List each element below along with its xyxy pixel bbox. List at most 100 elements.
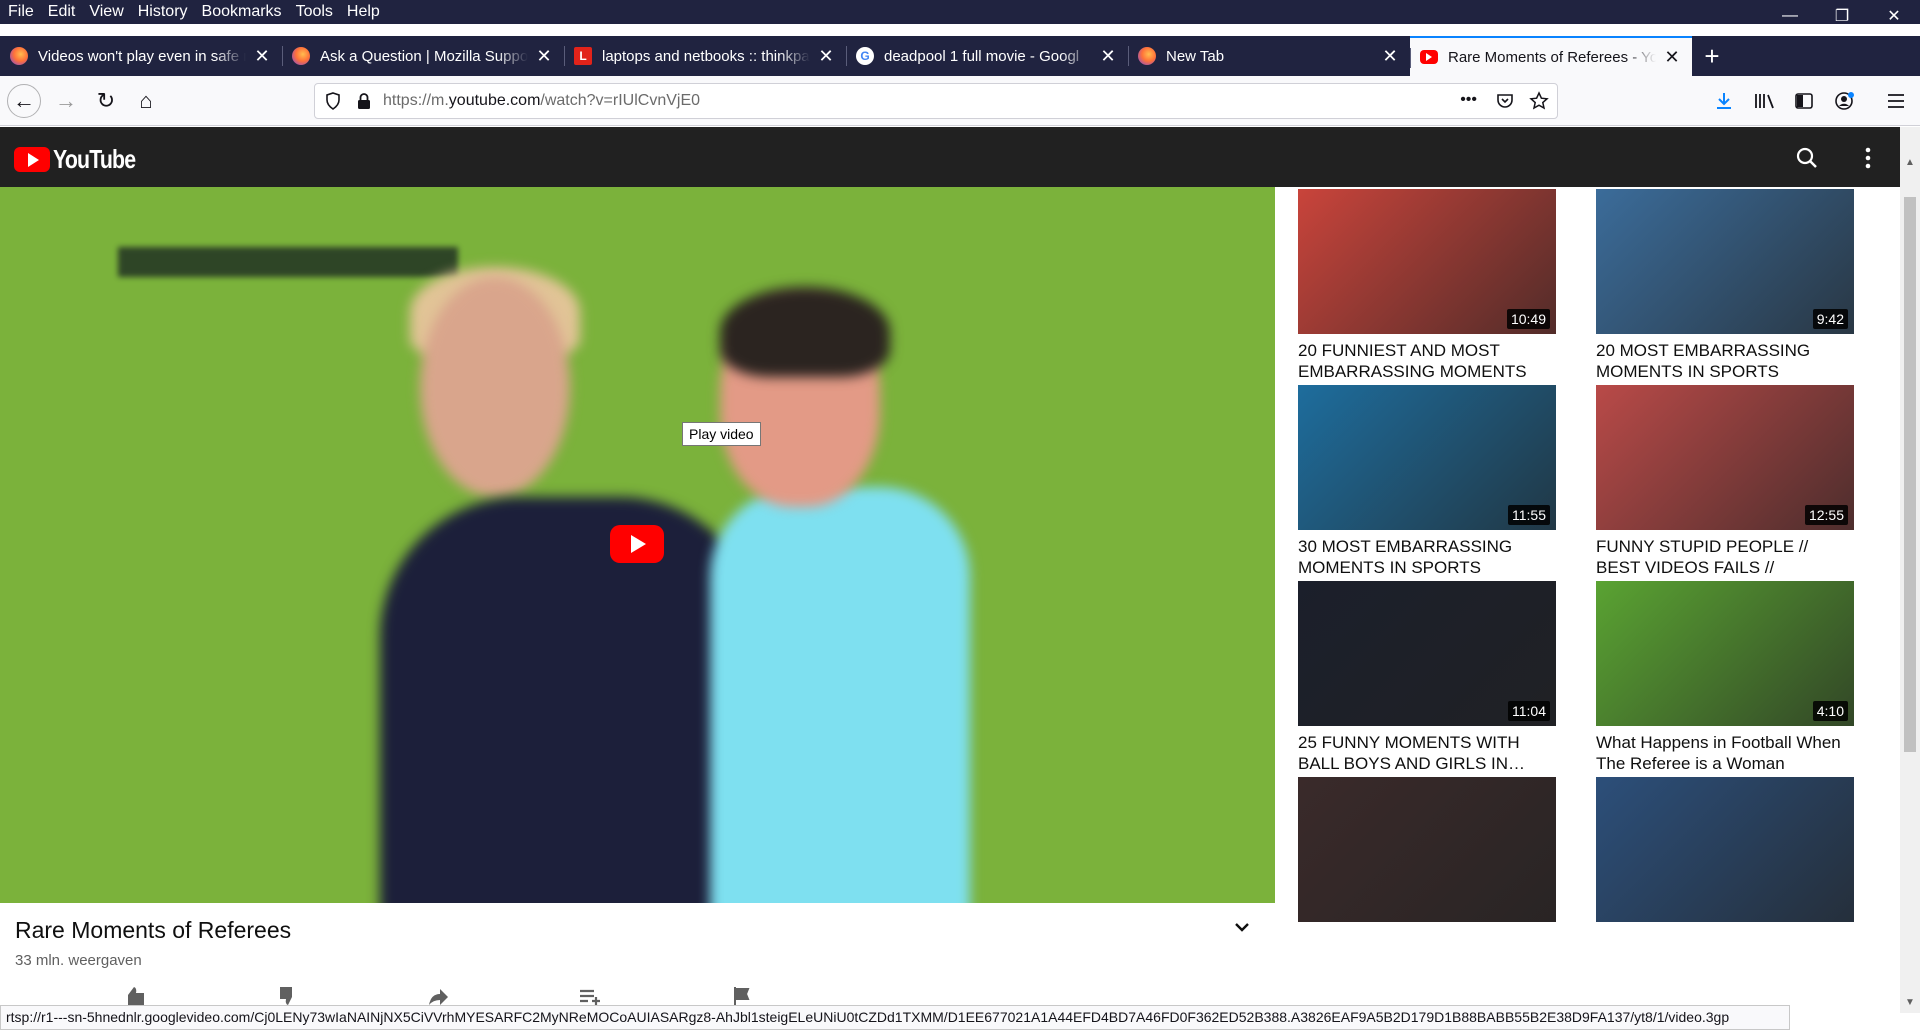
- scroll-down-arrow[interactable]: ▼: [1900, 997, 1920, 1008]
- menu-file[interactable]: File: [2, 3, 40, 21]
- video-card-title[interactable]: 25 FUNNY MOMENTS WITH BALL BOYS AND GIRL…: [1298, 732, 1558, 774]
- close-tab-icon[interactable]: ✕: [534, 46, 554, 67]
- score-overlay: [118, 247, 458, 277]
- url-text[interactable]: https://m.youtube.com/watch?v=rIUlCvnVjE…: [383, 92, 700, 110]
- menu-bar: File Edit View History Bookmarks Tools H…: [0, 0, 1920, 24]
- video-player[interactable]: Play video: [0, 187, 1275, 903]
- close-tab-icon[interactable]: ✕: [816, 46, 836, 67]
- shield-icon[interactable]: [323, 91, 343, 111]
- video-card-title[interactable]: 20 MOST EMBARRASSING MOMENTS IN SPORTS: [1596, 340, 1856, 382]
- pocket-icon[interactable]: [1495, 91, 1515, 111]
- scrollbar-thumb[interactable]: [1904, 197, 1916, 752]
- related-videos: 10:49 20 FUNNIEST AND MOST EMBARRASSING M…: [1275, 187, 1900, 1013]
- account-icon[interactable]: [1834, 90, 1856, 112]
- video-thumbnail[interactable]: 10:49: [1298, 189, 1556, 334]
- video-card-title[interactable]: 20 FUNNIEST AND MOST EMBARRASSING MOMENT…: [1298, 340, 1558, 382]
- tab-1[interactable]: Ask a Question | Mozilla Suppo ✕: [282, 36, 564, 76]
- firefox-icon: [292, 47, 310, 65]
- tab-title: New Tab: [1166, 47, 1225, 65]
- more-options-icon[interactable]: [1860, 146, 1876, 170]
- downloads-icon[interactable]: [1714, 91, 1734, 111]
- play-button[interactable]: [610, 525, 664, 563]
- scrollbar[interactable]: ▲ ▼: [1900, 127, 1920, 1013]
- firefox-icon: [10, 47, 28, 65]
- tab-title: deadpool 1 full movie - Googl: [884, 47, 1080, 65]
- play-video-tooltip: Play video: [682, 422, 761, 446]
- video-frame-shape: [720, 287, 890, 377]
- hamburger-menu-icon[interactable]: [1886, 92, 1906, 110]
- scroll-up-arrow[interactable]: ▲: [1900, 157, 1920, 168]
- back-button[interactable]: ←: [7, 84, 41, 118]
- lenovo-icon: L: [574, 47, 592, 65]
- close-tab-icon[interactable]: ✕: [1662, 47, 1682, 68]
- tab-title: Rare Moments of Referees - Yo: [1448, 48, 1656, 66]
- video-card-title[interactable]: What Happens in Football When The Refere…: [1596, 732, 1856, 774]
- youtube-header: YouTube: [0, 127, 1900, 187]
- close-tab-icon[interactable]: ✕: [252, 46, 272, 67]
- tab-0[interactable]: Videos won't play even in safe m ✕: [0, 36, 282, 76]
- bookmark-star-icon[interactable]: [1529, 91, 1549, 111]
- firefox-icon: [1138, 47, 1156, 65]
- tab-2[interactable]: Llaptops and netbooks :: thinkpa ✕: [564, 36, 846, 76]
- menu-help[interactable]: Help: [341, 3, 386, 21]
- dislike-icon[interactable]: [272, 985, 302, 1005]
- video-thumbnail[interactable]: [1596, 777, 1854, 922]
- tab-strip: Videos won't play even in safe m ✕ Ask a Q…: [0, 36, 1920, 76]
- video-frame-shape: [710, 487, 970, 903]
- flag-icon[interactable]: [728, 985, 758, 1005]
- menu-tools[interactable]: Tools: [290, 3, 339, 21]
- menu-bookmarks[interactable]: Bookmarks: [196, 3, 288, 21]
- video-card-title[interactable]: FUNNY STUPID PEOPLE // BEST VIDEOS FAILS…: [1596, 536, 1856, 578]
- minimize-button[interactable]: —: [1764, 0, 1816, 32]
- library-icon[interactable]: [1754, 91, 1776, 111]
- tab-4[interactable]: New Tab ✕: [1128, 36, 1410, 76]
- reload-button[interactable]: ↻: [89, 84, 123, 118]
- restore-button[interactable]: ❐: [1816, 0, 1868, 32]
- video-thumbnail[interactable]: 11:55: [1298, 385, 1556, 530]
- tab-title: Ask a Question | Mozilla Suppo: [320, 47, 528, 65]
- duration-badge: 11:55: [1508, 505, 1550, 525]
- duration-badge: 12:55: [1804, 505, 1848, 525]
- menu-history[interactable]: History: [132, 3, 194, 21]
- forward-button[interactable]: →: [49, 84, 83, 118]
- google-icon: G: [856, 47, 874, 65]
- video-thumbnail[interactable]: 12:55: [1596, 385, 1854, 530]
- sidebar-icon[interactable]: [1794, 91, 1814, 111]
- video-thumbnail[interactable]: 11:04: [1298, 581, 1556, 726]
- status-bar: rtsp://r1---sn-5hnednlr.googlevideo.com/…: [0, 1005, 1790, 1030]
- navigation-toolbar: ← → ↻ ⌂ https://m.youtube.com/watch?v=rI…: [0, 76, 1920, 126]
- tab-5[interactable]: Rare Moments of Referees - Yo ✕: [1410, 36, 1692, 76]
- close-window-button[interactable]: ✕: [1868, 0, 1920, 32]
- window-controls: — ❐ ✕: [1764, 0, 1920, 32]
- chevron-down-icon[interactable]: [1232, 917, 1252, 937]
- page-actions-button[interactable]: •••: [1460, 91, 1477, 109]
- video-info: Rare Moments of Referees 33 mln. weergav…: [0, 903, 1275, 1013]
- search-icon[interactable]: [1795, 146, 1819, 170]
- related-video-card[interactable]: [1298, 777, 1558, 922]
- related-video-card[interactable]: [1596, 777, 1856, 922]
- tab-title: laptops and netbooks :: thinkpa: [602, 47, 810, 65]
- like-icon[interactable]: [120, 985, 150, 1005]
- tab-3[interactable]: Gdeadpool 1 full movie - Googl ✕: [846, 36, 1128, 76]
- close-tab-icon[interactable]: ✕: [1098, 46, 1118, 67]
- home-button[interactable]: ⌂: [129, 84, 163, 118]
- youtube-logo[interactable]: YouTube: [14, 144, 153, 175]
- video-views: 33 mln. weergaven: [15, 952, 142, 969]
- video-actions: [120, 985, 758, 1005]
- add-to-playlist-icon[interactable]: [576, 985, 606, 1005]
- new-tab-button[interactable]: +: [1692, 36, 1732, 76]
- video-thumbnail[interactable]: [1298, 777, 1556, 922]
- video-thumbnail[interactable]: 4:10: [1596, 581, 1854, 726]
- lock-icon[interactable]: [355, 92, 373, 110]
- video-thumbnail[interactable]: 9:42: [1596, 189, 1854, 334]
- url-bar[interactable]: https://m.youtube.com/watch?v=rIUlCvnVjE…: [314, 83, 1558, 119]
- duration-badge: 10:49: [1506, 309, 1550, 329]
- menu-view[interactable]: View: [83, 3, 129, 21]
- tab-title: Videos won't play even in safe m: [38, 47, 246, 65]
- youtube-wordmark: YouTube: [53, 144, 136, 174]
- video-card-title[interactable]: 30 MOST EMBARRASSING MOMENTS IN SPORTS: [1298, 536, 1558, 578]
- menu-edit[interactable]: Edit: [42, 3, 82, 21]
- youtube-icon: [1420, 50, 1438, 64]
- close-tab-icon[interactable]: ✕: [1380, 46, 1400, 67]
- share-icon[interactable]: [424, 985, 454, 1005]
